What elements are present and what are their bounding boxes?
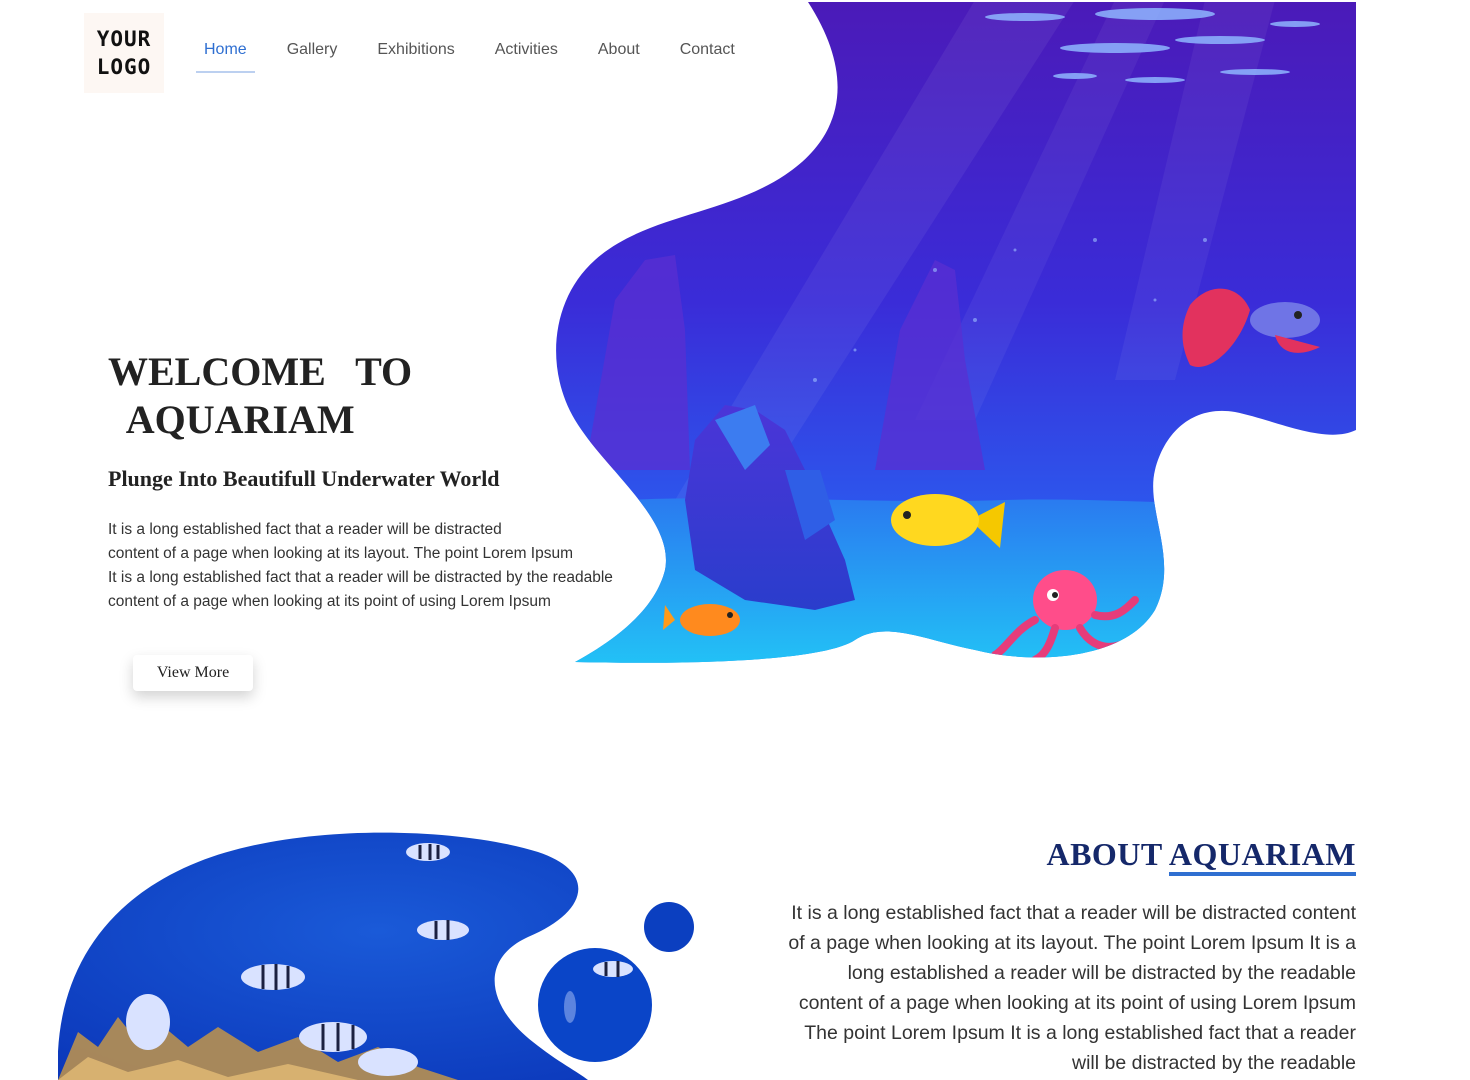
about-paragraph-line: of a page when looking at its layout. Th… <box>788 932 1356 954</box>
hero-underwater-illustration <box>556 2 1356 663</box>
about-title: ABOUT AQUARIAM <box>1046 836 1356 876</box>
nav-home[interactable]: Home <box>196 41 255 73</box>
about-paragraph-line: long established a reader will be distra… <box>847 962 1356 984</box>
about-title-highlight: AQUARIAM <box>1168 836 1356 876</box>
about-paragraph-line: content of a page when looking at its po… <box>798 992 1356 1014</box>
about-paragraph-line: The point Lorem Ipsum It is a long estab… <box>804 1022 1356 1044</box>
hero-paragraph: It is a long established fact that a rea… <box>108 518 648 614</box>
nav-activities[interactable]: Activities <box>495 41 558 73</box>
hero-paragraph-line: content of a page when looking at its la… <box>108 545 573 562</box>
nav-gallery[interactable]: Gallery <box>287 41 338 73</box>
hero-paragraph-line: content of a page when looking at its po… <box>108 593 551 610</box>
logo-line-2: LOGO <box>96 55 152 79</box>
hero-paragraph-line: It is a long established fact that a rea… <box>108 569 613 586</box>
nav-exhibitions[interactable]: Exhibitions <box>377 41 454 73</box>
hero-paragraph-line: It is a long established fact that a rea… <box>108 521 502 538</box>
about-paragraph-line: It is a long established fact that a rea… <box>791 902 1356 924</box>
hero-subtitle: Plunge Into Beautifull Underwater World <box>108 466 500 491</box>
hero-title: WELCOME TO AQUARIAM <box>108 349 413 442</box>
about-paragraph-line: will be distracted by the readable <box>1072 1052 1356 1074</box>
about-reef-illustration <box>58 832 694 1080</box>
view-more-button[interactable]: View More <box>133 655 253 691</box>
about-title-prefix: ABOUT <box>1046 836 1163 872</box>
about-paragraph: It is a long established fact that a rea… <box>756 898 1356 1078</box>
logo-line-1: YOUR <box>96 27 152 51</box>
logo[interactable]: YOUR LOGO <box>84 13 164 93</box>
